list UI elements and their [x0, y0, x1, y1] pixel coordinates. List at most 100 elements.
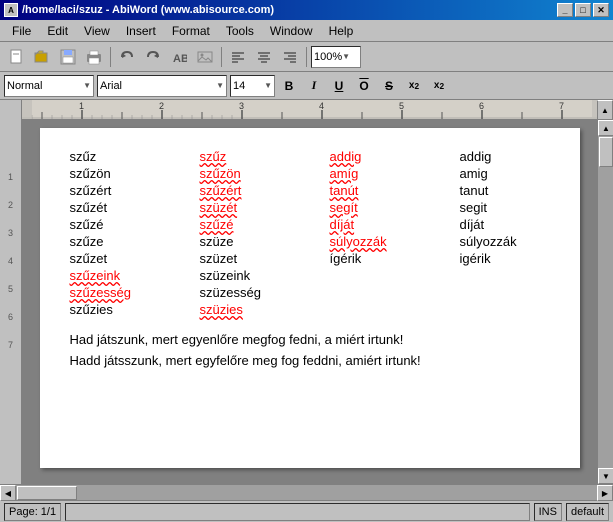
word-cell	[460, 301, 590, 318]
menu-window[interactable]: Window	[262, 22, 321, 40]
word-cell	[330, 267, 460, 284]
new-button[interactable]	[4, 45, 28, 69]
menu-view[interactable]: View	[76, 22, 118, 40]
size-dropdown-arrow: ▼	[264, 81, 272, 90]
word-cell: amíg	[330, 165, 460, 182]
minimize-button[interactable]: _	[557, 3, 573, 17]
document-page: szűzszűzaddigaddigszűzönszűzönamígamigsz…	[40, 128, 580, 468]
style-dropdown-arrow: ▼	[83, 81, 91, 90]
word-cell: szüzét	[200, 199, 330, 216]
vscroll-thumb[interactable]	[599, 137, 613, 167]
style-select[interactable]: Normal ▼	[4, 75, 94, 97]
word-cell: szüzet	[200, 250, 330, 267]
insert-img-button[interactable]	[193, 45, 217, 69]
word-cell: szűzesség	[70, 284, 200, 301]
menu-format[interactable]: Format	[164, 22, 218, 40]
word-cell: szüzies	[200, 301, 330, 318]
bold-button[interactable]: B	[278, 75, 300, 97]
zoom-display[interactable]: 100% ▼	[311, 46, 361, 68]
hscroll-thumb[interactable]	[17, 486, 77, 500]
svg-text:4: 4	[319, 101, 324, 111]
word-cell: igérik	[460, 250, 590, 267]
statusbar: Page: 1/1 INS default	[0, 500, 613, 522]
svg-text:6: 6	[479, 101, 484, 111]
vscroll-down-button[interactable]: ▼	[598, 468, 613, 484]
menu-insert[interactable]: Insert	[118, 22, 164, 40]
align-center-button[interactable]	[252, 45, 276, 69]
document-area: szűzszűzaddigaddigszűzönszűzönamígamigsz…	[22, 120, 597, 484]
open-button[interactable]	[30, 45, 54, 69]
word-table: szűzszűzaddigaddigszűzönszűzönamígamigsz…	[70, 148, 550, 318]
svg-text:3: 3	[239, 101, 244, 111]
word-cell: szűzet	[70, 250, 200, 267]
strikethrough-button[interactable]: S	[378, 75, 400, 97]
menubar: File Edit View Insert Format Tools Windo…	[0, 20, 613, 42]
page-indicator: Page: 1/1	[4, 503, 61, 521]
print-button[interactable]	[82, 45, 106, 69]
hscroll-track[interactable]	[16, 485, 597, 500]
word-cell: amig	[460, 165, 590, 182]
vscroll-up-button[interactable]: ▲	[597, 100, 613, 120]
ruler-corner	[0, 100, 22, 120]
word-cell: szűzé	[70, 216, 200, 233]
bottom-line-2: Hadd játsszunk, mert egyfelőre meg fog f…	[70, 351, 550, 372]
svg-text:1: 1	[79, 101, 84, 111]
menu-tools[interactable]: Tools	[218, 22, 262, 40]
subscript-button[interactable]: x2	[428, 75, 450, 97]
app-icon: A	[4, 3, 18, 17]
bottom-text: Had játszunk, mert egyenlőre megfog fedn…	[70, 330, 550, 372]
hscroll-right-button[interactable]: ▶	[597, 485, 613, 501]
zoom-dropdown-arrow: ▼	[342, 52, 350, 61]
format-toolbar: Normal ▼ Arial ▼ 14 ▼ B I U O S x2 x2	[0, 72, 613, 100]
word-cell: szüzesség	[200, 284, 330, 301]
word-cell: szűzét	[70, 199, 200, 216]
word-cell: ígérik	[330, 250, 460, 267]
redo-button[interactable]	[141, 45, 165, 69]
save-button[interactable]	[56, 45, 80, 69]
hscroll-left-button[interactable]: ◀	[0, 485, 16, 501]
toolbar-sep-3	[306, 47, 307, 67]
word-cell: addig	[330, 148, 460, 165]
horizontal-ruler: 1 2 3 4 5 6 7	[22, 100, 597, 119]
word-cell: szüze	[200, 233, 330, 250]
menu-help[interactable]: Help	[321, 22, 362, 40]
word-cell: segít	[330, 199, 460, 216]
align-left-button[interactable]	[226, 45, 250, 69]
word-cell: súlyozzák	[330, 233, 460, 250]
word-cell	[460, 267, 590, 284]
font-dropdown-arrow: ▼	[216, 81, 224, 90]
undo-button[interactable]	[115, 45, 139, 69]
svg-text:5: 5	[399, 101, 404, 111]
overstrike-button[interactable]: O	[353, 75, 375, 97]
word-cell: szűzé	[200, 216, 330, 233]
underline-button[interactable]: U	[328, 75, 350, 97]
maximize-button[interactable]: □	[575, 3, 591, 17]
spell-button[interactable]: AB	[167, 45, 191, 69]
word-cell: tanút	[330, 182, 460, 199]
close-button[interactable]: ✕	[593, 3, 609, 17]
bottom-line-1: Had játszunk, mert egyenlőre megfog fedn…	[70, 330, 550, 351]
horizontal-scrollbar: ◀ ▶	[0, 484, 613, 500]
edit-mode: default	[566, 503, 609, 521]
vscroll-up-button[interactable]: ▲	[598, 120, 613, 136]
word-cell: szűzön	[70, 165, 200, 182]
menu-edit[interactable]: Edit	[39, 22, 76, 40]
vscroll-track[interactable]	[598, 136, 613, 468]
toolbar-sep-2	[221, 47, 222, 67]
window-title: /home/laci/szuz - AbiWord (www.abisource…	[22, 4, 274, 16]
word-cell: szűzeink	[70, 267, 200, 284]
superscript-button[interactable]: x2	[403, 75, 425, 97]
italic-button[interactable]: I	[303, 75, 325, 97]
font-select[interactable]: Arial ▼	[97, 75, 227, 97]
status-info	[65, 503, 530, 521]
menu-file[interactable]: File	[4, 22, 39, 40]
font-size-select[interactable]: 14 ▼	[230, 75, 275, 97]
word-cell: segit	[460, 199, 590, 216]
align-right-button[interactable]	[278, 45, 302, 69]
word-cell: súlyozzák	[460, 233, 590, 250]
word-cell	[330, 301, 460, 318]
word-cell: szűz	[200, 148, 330, 165]
word-cell: szűzies	[70, 301, 200, 318]
svg-text:2: 2	[159, 101, 164, 111]
word-cell: díját	[460, 216, 590, 233]
